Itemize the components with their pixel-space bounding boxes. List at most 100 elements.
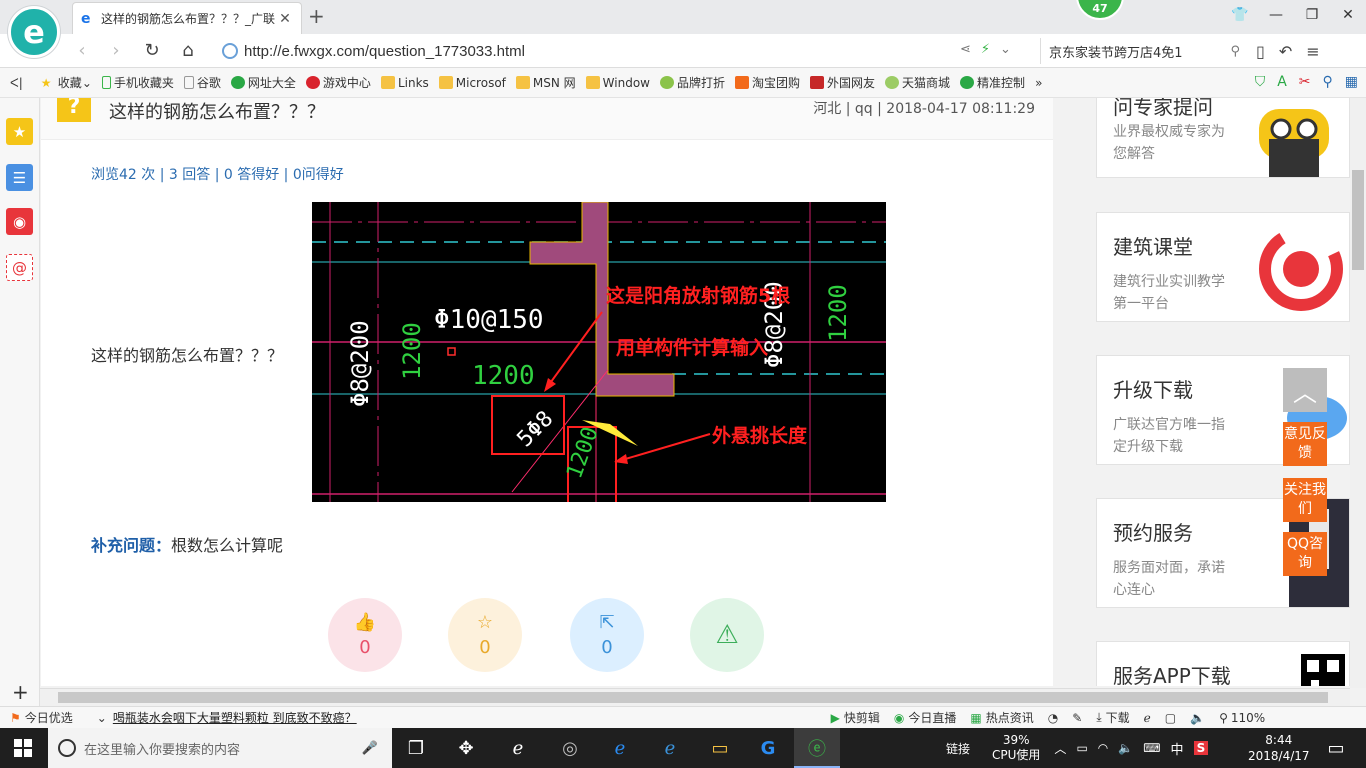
search-input[interactable]: 京东家装节跨万店4免1 ⚲ — [1040, 38, 1240, 64]
fav-item-foreign[interactable]: 外国网友 — [810, 74, 875, 91]
back-icon[interactable]: ‹ — [70, 40, 94, 62]
restore-button[interactable]: ❐ — [1294, 0, 1330, 30]
share-icon[interactable]: ⋖ — [960, 42, 971, 57]
vertical-scrollbar[interactable] — [1350, 98, 1366, 688]
scissors-icon[interactable]: ✂ — [1299, 74, 1311, 90]
fav-item-taobao[interactable]: 淘宝团购 — [735, 74, 800, 91]
like-button[interactable]: 👍 0 — [328, 598, 402, 672]
back-to-top-button[interactable]: ︿ — [1283, 368, 1327, 412]
fav-item-microsoft[interactable]: Microsof — [438, 76, 506, 90]
refresh-icon[interactable]: ↻ — [140, 40, 164, 62]
sidebar-toggle-icon[interactable]: ᐸ| — [10, 76, 23, 90]
fav-item-windows[interactable]: Window — [585, 76, 650, 90]
browser-logo-icon[interactable]: e — [8, 6, 60, 58]
ime-indicator[interactable]: 中 — [1171, 739, 1184, 758]
home-icon[interactable]: ⌂ — [176, 40, 200, 62]
news-ticker[interactable]: ⌄ 喝瓶装水会咽下大量塑料颗粒 到底致不致癌？ — [97, 709, 357, 726]
volume-icon[interactable]: 🔈 — [1118, 741, 1133, 755]
tools-icon[interactable]: ✎ — [1072, 711, 1082, 725]
url-field[interactable]: http://e.fwxgx.com/question_1773033.html — [222, 38, 1032, 64]
forward-icon[interactable]: › — [104, 40, 128, 62]
fav-item-google[interactable]: 谷歌 — [183, 74, 221, 91]
system-clock[interactable]: 8:44 2018/4/17 — [1248, 732, 1310, 764]
close-window-button[interactable]: ✕ — [1330, 0, 1366, 30]
cpu-meter[interactable]: 39% CPU使用 — [992, 733, 1040, 763]
scrollbar-thumb[interactable] — [58, 692, 1328, 703]
ie-mode-icon[interactable]: ℯ — [1144, 711, 1151, 725]
question-stats[interactable]: 浏览42 次 | 3 回答 | 0 答得好 | 0问得好 — [91, 164, 344, 184]
favorites-star-icon[interactable]: ★ — [6, 118, 33, 145]
fav-item-links[interactable]: Links — [380, 76, 429, 90]
window-icon[interactable]: ▢ — [1165, 711, 1176, 725]
quick-edit[interactable]: ▶ 快剪辑 — [831, 709, 880, 726]
follow-button[interactable]: 关注我们 — [1283, 478, 1327, 522]
weibo-icon[interactable]: ◉ — [6, 208, 33, 235]
horizontal-scrollbar[interactable] — [40, 688, 1350, 706]
minimize-button[interactable]: — — [1258, 0, 1294, 30]
feedback-button[interactable]: 意见反馈 — [1283, 422, 1327, 466]
sogou-icon[interactable]: S — [1193, 741, 1209, 755]
qq-consult-button[interactable]: QQ咨询 — [1283, 532, 1327, 576]
fav-item-collect[interactable]: ★ 收藏 ⌄ — [41, 74, 92, 91]
fav-item-brand[interactable]: 品牌打折 — [659, 74, 725, 91]
reader-icon[interactable]: ☰ — [6, 164, 33, 191]
today-pick[interactable]: ⚑ 今日优选 — [10, 709, 73, 726]
undo-icon[interactable]: ↶ — [1279, 42, 1292, 61]
fav-item-precise[interactable]: 精准控制 — [960, 74, 1025, 91]
add-icon[interactable]: + — [12, 680, 29, 704]
fav-item-tmall[interactable]: 天猫商城 — [885, 74, 950, 91]
zoom-level[interactable]: ⚲ 110% — [1219, 711, 1265, 725]
sound-icon[interactable]: 🔈 — [1190, 711, 1205, 725]
card-classroom[interactable]: 建筑课堂 建筑行业实训教学第一平台 — [1096, 212, 1350, 322]
fav-item-sites[interactable]: 网址大全 — [230, 74, 296, 91]
sync-app-icon[interactable]: ◎ — [556, 734, 584, 762]
fan-app-icon[interactable]: ✥ — [452, 734, 480, 762]
report-button[interactable]: ⚠ — [690, 598, 764, 672]
speed-icon[interactable]: ◔ — [1048, 711, 1058, 725]
fav-item-mobile[interactable]: 手机收藏夹 — [101, 74, 174, 91]
card-expert[interactable]: 问专家提问 业界最权威专家为您解答 — [1096, 98, 1350, 178]
favorite-button[interactable]: ☆ 0 — [448, 598, 522, 672]
chevron-down-icon[interactable]: ⌄ — [1000, 42, 1011, 57]
more-favorites-icon[interactable]: » — [1035, 76, 1042, 90]
lightning-icon[interactable]: ⚡ — [981, 42, 990, 57]
links-label[interactable]: 链接 — [946, 740, 970, 757]
search-icon[interactable]: ⚲ — [1230, 44, 1240, 59]
glodon-app-icon[interactable]: G — [754, 734, 782, 762]
hot-news[interactable]: ▦ 热点资讯 — [970, 709, 1033, 726]
scrollbar-thumb[interactable] — [1352, 170, 1364, 270]
close-icon[interactable]: ✕ — [277, 11, 293, 27]
taskbar-search-input[interactable]: 在这里输入你要搜索的内容 🎤 — [48, 728, 392, 768]
browser-task-icon[interactable]: ⓔ — [803, 734, 831, 762]
share-button[interactable]: ⇱ 0 — [570, 598, 644, 672]
windows-taskbar: 在这里输入你要搜索的内容 🎤 ❐ ✥ ℯ ◎ ℯ ℯ ▭ G ⓔ 链接 39% … — [0, 728, 1366, 768]
translate-icon[interactable]: A — [1277, 74, 1287, 90]
browser-tab[interactable]: e 这样的钢筋怎么布置？？？_广联 ✕ — [72, 2, 302, 34]
today-live[interactable]: ◉ 今日直播 — [894, 709, 957, 726]
menu-icon[interactable]: ≡ — [1306, 42, 1319, 61]
shirt-icon[interactable]: 👕 — [1222, 0, 1258, 30]
magnifier-icon[interactable]: ⚲ — [1323, 74, 1333, 90]
file-explorer-icon[interactable]: ▭ — [706, 734, 734, 762]
internet-explorer-icon[interactable]: ℯ — [656, 734, 684, 762]
fav-item-games[interactable]: 游戏中心 — [305, 74, 371, 91]
mail-icon[interactable]: @ — [6, 254, 33, 281]
download-item[interactable]: ⤓ 下载 — [1096, 709, 1129, 726]
notification-badge[interactable]: 47 — [1076, 0, 1124, 20]
notification-center-icon[interactable]: ▭ — [1322, 734, 1350, 762]
battery-icon[interactable]: ▭ — [1076, 741, 1087, 755]
chevron-up-icon[interactable]: ︿ — [1054, 740, 1066, 757]
grid-icon[interactable]: ▦ — [1345, 74, 1358, 90]
wifi-icon[interactable]: ◠ — [1098, 741, 1108, 755]
task-view-icon[interactable]: ❐ — [402, 734, 430, 762]
shield-icon[interactable]: ⛉ — [1255, 74, 1266, 90]
new-tab-button[interactable]: + — [308, 4, 325, 28]
keyboard-icon[interactable]: ⌨ — [1143, 741, 1160, 755]
windows-start-icon[interactable] — [14, 739, 32, 757]
fav-item-msn[interactable]: MSN 网 — [515, 74, 576, 91]
ie-app-icon[interactable]: ℯ — [504, 734, 532, 762]
card-app-download[interactable]: 服务APP下载 — [1096, 641, 1350, 686]
microphone-icon[interactable]: 🎤 — [362, 741, 378, 756]
phone-icon[interactable]: ▯ — [1256, 42, 1265, 61]
edge-icon[interactable]: ℯ — [606, 734, 634, 762]
